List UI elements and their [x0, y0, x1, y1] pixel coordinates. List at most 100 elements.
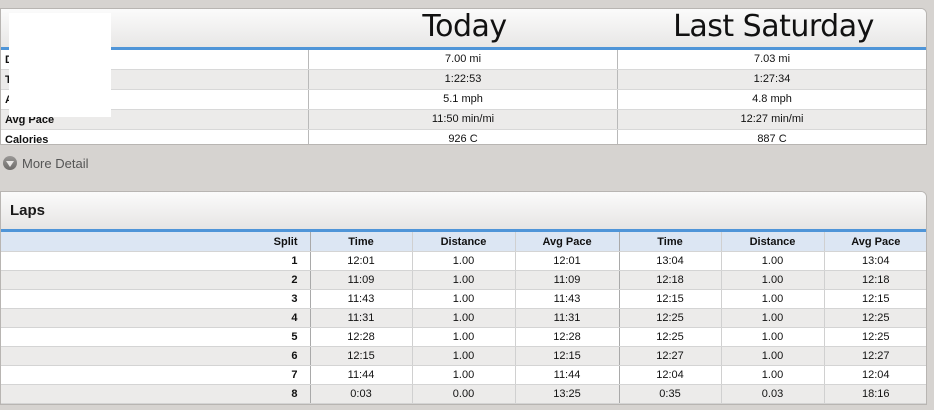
col-header-avg-pace[interactable]: Avg Pace: [514, 232, 619, 252]
today-time-cell: 0:03: [309, 384, 412, 404]
today-pace-cell: 11:31: [514, 308, 619, 328]
table-row: 4 11:31 1.00 11:31 12:25 1.00 12:25: [1, 308, 926, 328]
today-time-cell: 11:09: [309, 270, 412, 290]
today-value: 5.1 mph: [308, 90, 617, 109]
last-pace-cell: 12:25: [823, 327, 926, 347]
summary-row-time: T 1:22:53 1:27:34: [1, 70, 926, 90]
today-value: 926 C: [308, 130, 617, 144]
col-header-distance[interactable]: Distance: [720, 232, 824, 252]
today-distance-cell: 1.00: [411, 270, 515, 290]
last-pace-cell: 12:18: [823, 270, 926, 290]
chevron-down-icon: [3, 156, 17, 170]
last-time-cell: 12:15: [618, 289, 721, 309]
today-distance-cell: 1.00: [411, 365, 515, 385]
summary-row-avg-speed: A 5.1 mph 4.8 mph: [1, 90, 926, 110]
today-distance-cell: 1.00: [411, 327, 515, 347]
laps-header-row: Split Time Distance Avg Pace Time Distan…: [1, 232, 926, 252]
last-time-cell: 12:27: [618, 346, 721, 366]
last-saturday-heading: Last Saturday: [673, 9, 874, 44]
last-distance-cell: 1.00: [720, 289, 824, 309]
table-row: 8 0:03 0.00 13:25 0:35 0.03 18:16: [1, 384, 926, 404]
last-distance-cell: 1.00: [720, 346, 824, 366]
today-time-cell: 12:01: [309, 251, 412, 271]
today-time-cell: 11:43: [309, 289, 412, 309]
last-pace-cell: 12:15: [823, 289, 926, 309]
today-time-cell: 11:44: [309, 365, 412, 385]
table-row: 7 11:44 1.00 11:44 12:04 1.00 12:04: [1, 365, 926, 385]
laps-body: 1 12:01 1.00 12:01 13:04 1.00 13:04 2 11:09 1.00 1…: [1, 251, 926, 404]
table-row: 3 11:43 1.00 11:43 12:15 1.00 12:15: [1, 289, 926, 309]
today-pace-cell: 12:15: [514, 346, 619, 366]
today-pace-cell: 13:25: [514, 384, 619, 404]
summary-label: Calories: [5, 133, 49, 145]
today-distance-cell: 1.00: [411, 308, 515, 328]
last-distance-cell: 1.00: [720, 365, 824, 385]
col-header-distance[interactable]: Distance: [411, 232, 515, 252]
today-value: 11:50 min/mi: [308, 110, 617, 129]
table-row: 2 11:09 1.00 11:09 12:18 1.00 12:18: [1, 270, 926, 290]
today-distance-cell: 1.00: [411, 289, 515, 309]
table-row: 5 12:28 1.00 12:28 12:25 1.00 12:25: [1, 327, 926, 347]
today-time-cell: 12:28: [309, 327, 412, 347]
col-header-time[interactable]: Time: [309, 232, 412, 252]
last-time-cell: 13:04: [618, 251, 721, 271]
today-heading: Today: [422, 9, 507, 44]
today-pace-cell: 11:09: [514, 270, 619, 290]
col-header-time[interactable]: Time: [618, 232, 721, 252]
split-cell: 8: [1, 384, 310, 404]
redaction-box: [9, 13, 111, 117]
today-distance-cell: 0.00: [411, 384, 515, 404]
today-time-cell: 11:31: [309, 308, 412, 328]
today-value: 7.00 mi: [308, 50, 617, 69]
today-value: 1:22:53: [308, 70, 617, 89]
today-distance-cell: 1.00: [411, 346, 515, 366]
last-distance-cell: 0.03: [720, 384, 824, 404]
last-pace-cell: 18:16: [823, 384, 926, 404]
today-pace-cell: 11:43: [514, 289, 619, 309]
last-distance-cell: 1.00: [720, 251, 824, 271]
table-row: 1 12:01 1.00 12:01 13:04 1.00 13:04: [1, 251, 926, 271]
last-pace-cell: 12:27: [823, 346, 926, 366]
last-value: 887 C: [617, 130, 926, 144]
last-value: 12:27 min/mi: [617, 110, 926, 129]
last-distance-cell: 1.00: [720, 270, 824, 290]
last-time-cell: 0:35: [618, 384, 721, 404]
split-cell: 7: [1, 365, 310, 385]
laps-header: Laps: [1, 192, 926, 232]
more-detail-toggle[interactable]: More Detail: [3, 154, 88, 172]
last-pace-cell: 12:25: [823, 308, 926, 328]
last-time-cell: 12:25: [618, 327, 721, 347]
split-cell: 2: [1, 270, 310, 290]
summary-rows: D 7.00 mi 7.03 mi T 1:22:53 1:27:34 A 5.…: [1, 50, 926, 145]
summary-row-avg-pace: Avg Pace 11:50 min/mi 12:27 min/mi: [1, 110, 926, 130]
split-cell: 3: [1, 289, 310, 309]
laps-table: Split Time Distance Avg Pace Time Distan…: [1, 232, 926, 404]
today-distance-cell: 1.00: [411, 251, 515, 271]
last-value: 7.03 mi: [617, 50, 926, 69]
last-distance-cell: 1.00: [720, 308, 824, 328]
laps-title: Laps: [10, 202, 46, 219]
last-time-cell: 12:18: [618, 270, 721, 290]
summary-header: Today Last Saturday: [1, 9, 926, 50]
split-cell: 1: [1, 251, 310, 271]
last-value: 4.8 mph: [617, 90, 926, 109]
summary-panel: Today Last Saturday D 7.00 mi 7.03 mi T …: [0, 8, 927, 145]
laps-panel: Laps Split Time Distance Avg Pace Time D…: [0, 191, 927, 405]
last-time-cell: 12:25: [618, 308, 721, 328]
summary-row-calories: Calories 926 C 887 C: [1, 130, 926, 145]
table-row: 6 12:15 1.00 12:15 12:27 1.00 12:27: [1, 346, 926, 366]
last-time-cell: 12:04: [618, 365, 721, 385]
last-value: 1:27:34: [617, 70, 926, 89]
split-cell: 4: [1, 308, 310, 328]
col-header-avg-pace[interactable]: Avg Pace: [823, 232, 926, 252]
last-distance-cell: 1.00: [720, 327, 824, 347]
today-pace-cell: 12:01: [514, 251, 619, 271]
today-time-cell: 12:15: [309, 346, 412, 366]
summary-row-distance: D 7.00 mi 7.03 mi: [1, 50, 926, 70]
col-header-split[interactable]: Split: [1, 232, 310, 252]
today-pace-cell: 12:28: [514, 327, 619, 347]
more-detail-label: More Detail: [22, 155, 89, 171]
split-cell: 5: [1, 327, 310, 347]
today-pace-cell: 11:44: [514, 365, 619, 385]
split-cell: 6: [1, 346, 310, 366]
